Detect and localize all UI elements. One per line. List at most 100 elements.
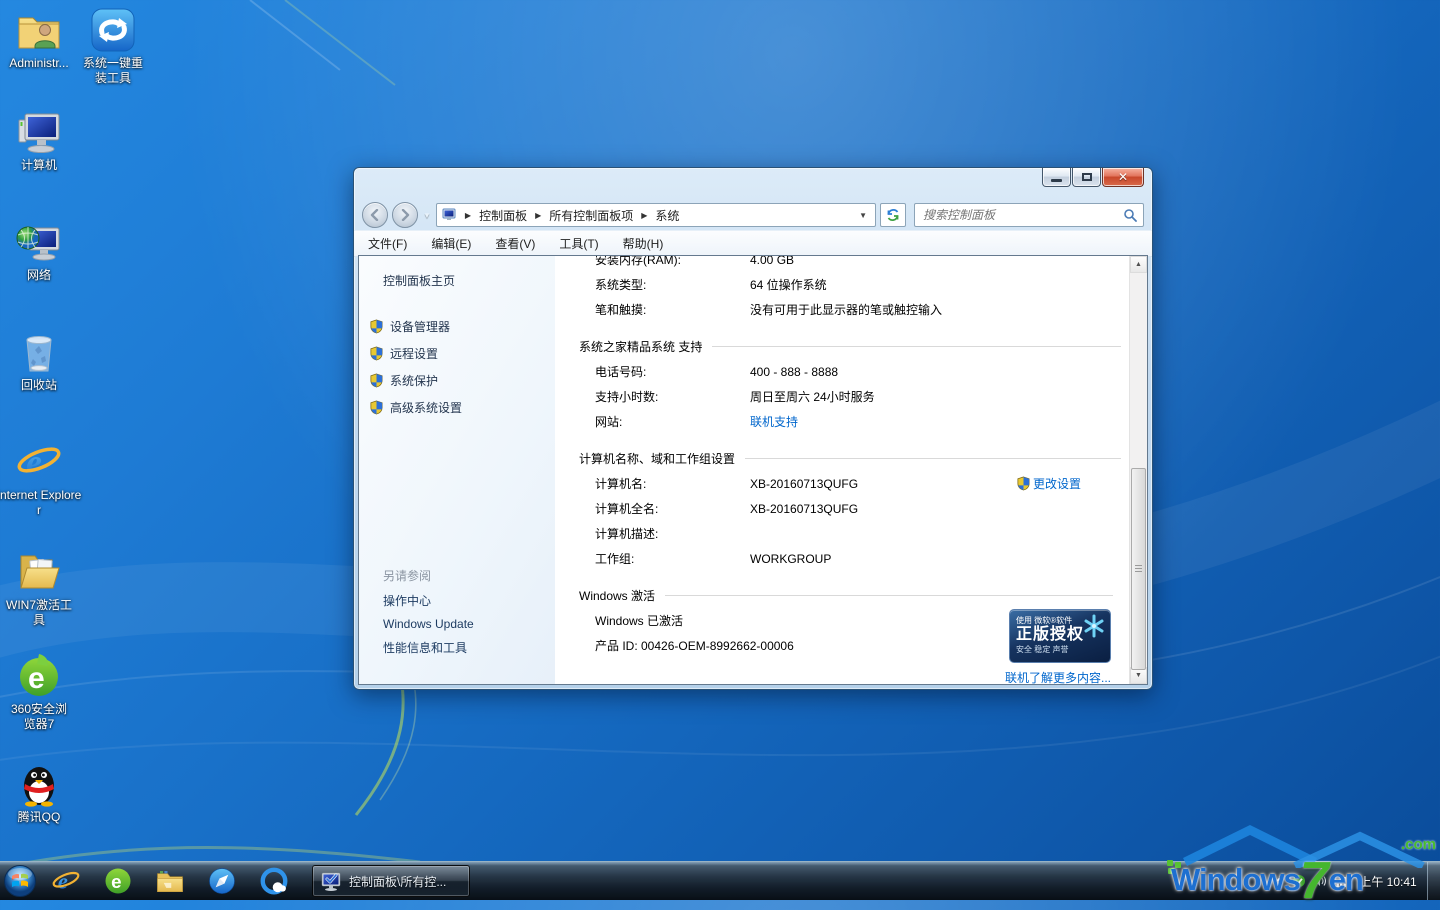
- window-client-area: 控制面板主页 设备管理器 远程设置 系统保护 高级系统设置: [358, 255, 1148, 685]
- network-icon: [15, 218, 63, 266]
- internet-explorer-icon: e: [51, 866, 81, 896]
- desktop-icon-label: 回收站: [0, 378, 82, 393]
- system-tray: 上午 10:41: [1269, 862, 1440, 900]
- system-type-row: 系统类型: 64 位操作系统: [579, 272, 1129, 297]
- ram-value: 4.00 GB: [750, 256, 794, 267]
- desktop-icon-label: 腾讯QQ: [0, 810, 82, 825]
- taskbar-compass-browser[interactable]: [196, 862, 248, 900]
- online-support-link[interactable]: 联机支持: [750, 413, 798, 430]
- window-titlebar[interactable]: ✕: [354, 168, 1152, 200]
- desktop-icon-win7-activation[interactable]: WIN7激活工具: [0, 548, 82, 628]
- uac-shield-icon: [369, 400, 384, 415]
- forward-button[interactable]: [392, 202, 418, 228]
- change-settings-label: 更改设置: [1033, 475, 1081, 492]
- activation-status: Windows 已激活: [595, 612, 683, 629]
- desktop-icon-360-browser[interactable]: e 360安全浏览器7: [0, 652, 82, 732]
- taskbar-clock[interactable]: 上午 10:41: [1349, 873, 1427, 890]
- taskbar-windows-explorer[interactable]: [144, 862, 196, 900]
- recent-pages-chevron-icon[interactable]: ▼: [423, 211, 431, 220]
- uac-shield-icon: [369, 373, 384, 388]
- support-hours-row: 支持小时数: 周日至周六 24小时服务: [579, 384, 1129, 409]
- sidebar-item-device-manager[interactable]: 设备管理器: [359, 313, 555, 340]
- menu-file[interactable]: 文件(F): [368, 235, 407, 252]
- maximize-button[interactable]: [1072, 168, 1101, 187]
- taskbar-active-window-button[interactable]: 控制面板\所有控...: [312, 865, 470, 897]
- pen-touch-label: 笔和触摸:: [595, 301, 750, 318]
- refresh-button[interactable]: [880, 203, 906, 227]
- breadcrumb-control-panel[interactable]: 控制面板: [479, 207, 527, 224]
- section-divider: [665, 595, 1113, 596]
- start-button[interactable]: [0, 862, 40, 900]
- sidebar-item-windows-update[interactable]: Windows Update: [359, 613, 555, 635]
- green-check-icon: [1292, 874, 1306, 888]
- folder-icon: [155, 866, 185, 896]
- search-input[interactable]: [921, 207, 1123, 223]
- sidebar-item-performance-tools[interactable]: 性能信息和工具: [359, 635, 555, 660]
- sidebar-item-remote-settings[interactable]: 远程设置: [359, 340, 555, 367]
- scrollbar-track[interactable]: [1130, 273, 1147, 667]
- breadcrumb-system[interactable]: 系统: [655, 207, 679, 224]
- search-box[interactable]: [914, 203, 1144, 227]
- computer-name-label: 计算机名:: [595, 475, 750, 492]
- hidden-icons-button[interactable]: [1269, 877, 1289, 885]
- desktop-icon-network[interactable]: 网络: [0, 218, 82, 283]
- address-bar[interactable]: ▶ 控制面板 ▶ 所有控制面板项 ▶ 系统 ▼: [436, 203, 876, 227]
- menu-edit[interactable]: 编辑(E): [431, 235, 471, 252]
- volume-icon[interactable]: [1309, 875, 1329, 887]
- open-folder-icon: [15, 548, 63, 596]
- workgroup-label: 工作组:: [595, 550, 750, 567]
- forward-arrow-icon: [399, 209, 411, 221]
- sidebar-item-system-protection[interactable]: 系统保护: [359, 367, 555, 394]
- breadcrumb-all-items[interactable]: 所有控制面板项: [549, 207, 633, 224]
- genuine-software-badge[interactable]: 使用 微软®软件 正版授权 安全 稳定 声誉: [1009, 609, 1111, 663]
- qq-penguin-icon: [15, 760, 63, 808]
- close-icon: ✕: [1118, 171, 1128, 183]
- desktop-icon-label: WIN7激活工具: [6, 598, 72, 628]
- desktop-icon-internet-explorer[interactable]: e Internet Explorer: [0, 438, 82, 518]
- menu-help[interactable]: 帮助(H): [623, 235, 664, 252]
- sidebar-item-action-center[interactable]: 操作中心: [359, 588, 555, 613]
- desktop-icon-computer[interactable]: 计算机: [0, 108, 82, 173]
- computer-name-row: 计算机名: XB-20160713QUFG 更改设置: [579, 471, 1129, 496]
- 360-browser-icon: e: [103, 866, 133, 896]
- search-icon: [1123, 208, 1137, 222]
- close-button[interactable]: ✕: [1102, 168, 1144, 187]
- scrollbar-thumb[interactable]: [1131, 468, 1146, 670]
- back-button[interactable]: [362, 202, 388, 228]
- system-info-panel: 安装内存(RAM): 4.00 GB 系统类型: 64 位操作系统 笔和触摸: …: [555, 256, 1129, 684]
- maximize-icon: [1082, 173, 1092, 181]
- taskbar-360-browser[interactable]: e: [92, 862, 144, 900]
- badge-line3: 安全 稳定 声誉: [1016, 644, 1104, 655]
- computer-name-value: XB-20160713QUFG: [750, 477, 858, 491]
- sidebar-item-label: 高级系统设置: [390, 399, 462, 416]
- activation-section-title: Windows 激活: [579, 587, 655, 604]
- svg-text:e: e: [26, 442, 42, 482]
- computer-fullname-value: XB-20160713QUFG: [750, 502, 858, 516]
- minimize-icon: [1051, 179, 1062, 182]
- taskbar-qq-browser[interactable]: [248, 862, 300, 900]
- sidebar-item-advanced-settings[interactable]: 高级系统设置: [359, 394, 555, 421]
- taskbar-internet-explorer[interactable]: e: [40, 862, 92, 900]
- scroll-up-button[interactable]: ▲: [1130, 256, 1147, 273]
- scrollbar-grip: [1135, 565, 1142, 573]
- desktop-icon-tencent-qq[interactable]: 腾讯QQ: [0, 760, 82, 825]
- action-center-icon[interactable]: [1289, 874, 1309, 888]
- desktop-icon-label: 网络: [0, 268, 82, 283]
- show-desktop-button[interactable]: [1427, 862, 1440, 900]
- qq-browser-icon: [259, 866, 289, 896]
- sidebar-item-control-panel-home[interactable]: 控制面板主页: [383, 272, 555, 289]
- minimize-button[interactable]: [1042, 168, 1071, 187]
- learn-more-online-link[interactable]: 联机了解更多内容...: [1005, 669, 1111, 684]
- breadcrumb-arrow-icon: ▶: [535, 211, 541, 220]
- address-dropdown-icon[interactable]: ▼: [855, 211, 871, 220]
- menu-view[interactable]: 查看(V): [495, 235, 535, 252]
- uac-shield-icon: [369, 319, 384, 334]
- network-tray-icon[interactable]: [1329, 875, 1349, 887]
- desktop-icon-reinstall-tool[interactable]: 系统一键重装工具: [70, 6, 156, 86]
- support-section-title: 系统之家精品系统 支持: [579, 338, 702, 355]
- menu-tools[interactable]: 工具(T): [559, 235, 598, 252]
- vertical-scrollbar[interactable]: ▲ ▼: [1129, 256, 1147, 684]
- section-divider: [745, 458, 1121, 459]
- desktop-icon-recycle-bin[interactable]: 回收站: [0, 328, 82, 393]
- change-settings-link[interactable]: 更改设置: [1016, 475, 1081, 492]
